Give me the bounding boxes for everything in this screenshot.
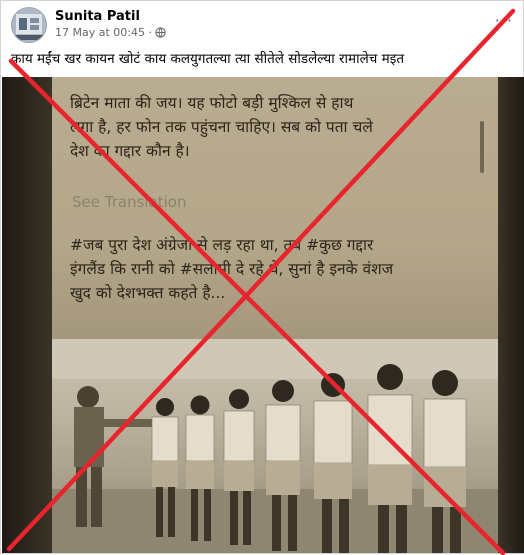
image-caption-line: देश का गद्दार कौन है।	[70, 142, 190, 160]
post-text: काय मईंच खर कायन खोटं काय कलयुगतल्या त्य…	[11, 51, 405, 67]
image-caption-line: लगा है, हर फोन तक पहुंचना चाहिए। सब को प…	[70, 118, 373, 136]
inner-scrollbar	[480, 121, 484, 173]
image-caption-line: खुद को देशभक्त कहते है...	[70, 284, 226, 302]
more-options-icon[interactable]: ···	[495, 11, 513, 30]
historical-photo-figures	[52, 339, 498, 553]
post-photo[interactable]: ब्रिटेन माता की जय। यह फोटो बड़ी मुश्किल…	[2, 77, 524, 553]
image-caption-line: इंगलैंड कि रानी को #सलामी दे रहे थे, सुन…	[70, 260, 394, 278]
post-meta: 17 May at 00:45 ·	[55, 26, 166, 39]
image-caption-block: ब्रिटेन माता की जय। यह फोटो बड़ी मुश्किल…	[70, 91, 480, 163]
image-caption-line: ब्रिटेन माता की जय। यह फोटो बड़ी मुश्किल…	[70, 94, 354, 112]
image-caption-block-2: #जब पुरा देश अंग्रेजो से लड़ रहा था, तब …	[70, 233, 490, 305]
avatar[interactable]	[11, 7, 47, 43]
photo-edge-left	[2, 77, 52, 553]
post-card: Sunita Patil 17 May at 00:45 · ··· काय म…	[0, 0, 524, 555]
post-timestamp[interactable]: 17 May at 00:45 ·	[55, 26, 152, 39]
globe-icon	[155, 27, 166, 38]
author-name[interactable]: Sunita Patil	[55, 9, 140, 24]
historical-photo	[52, 339, 498, 553]
post-header: Sunita Patil 17 May at 00:45 · ···	[11, 7, 515, 45]
see-translation-link: See Translation	[72, 193, 187, 211]
photo-edge-right	[498, 77, 524, 553]
image-caption-line: #जब पुरा देश अंग्रेजो से लड़ रहा था, तब …	[70, 236, 374, 254]
